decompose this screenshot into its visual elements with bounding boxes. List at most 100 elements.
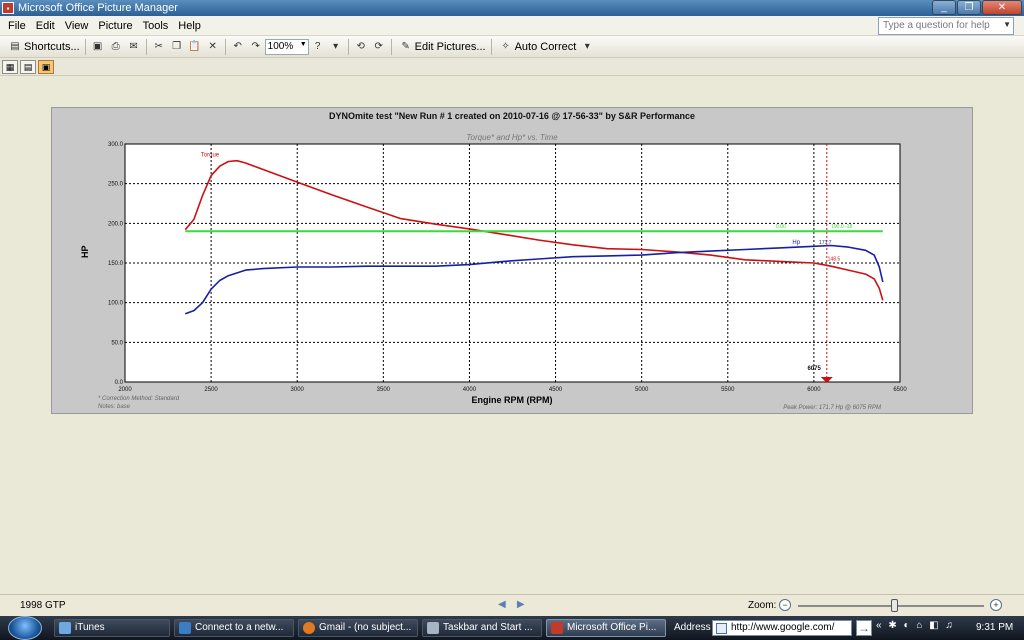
x-tick-label: 2500: [204, 387, 218, 393]
menu-picture[interactable]: Picture: [98, 20, 132, 32]
toolbar-separator: [84, 38, 86, 55]
taskbar-app-taskbar-start[interactable]: Taskbar and Start ...: [422, 619, 542, 637]
itunes-icon: [59, 622, 71, 634]
zoom-slider-thumb[interactable]: [890, 599, 898, 612]
window-title: Microsoft Office Picture Manager: [18, 2, 178, 14]
undo-icon[interactable]: ↶: [231, 40, 245, 54]
go-arrow-icon[interactable]: →: [856, 620, 872, 636]
start-button[interactable]: [8, 616, 42, 640]
clock[interactable]: 9:31 PM: [976, 622, 1013, 633]
network-icon: [179, 622, 191, 634]
x-tick-label: 5500: [721, 387, 735, 393]
y-tick-label: 50.0: [111, 340, 123, 346]
picture-manager-icon: [551, 622, 563, 634]
dyno-chart-svg: 2000 2500 3000 3500 4000 4500 5000 5500 6000 6500…: [108, 142, 907, 393]
y-tick-label: 0.0: [115, 380, 124, 386]
windows-taskbar: iTunes Connect to a netw... Gmail - (no …: [0, 616, 1024, 640]
firefox-icon: [303, 622, 315, 634]
dropdown-arrow-icon: ▼: [299, 40, 307, 48]
x-tick-label: 4500: [549, 387, 563, 393]
zoom-value: 100%: [267, 40, 294, 52]
y-tick-label: 150.0: [108, 261, 124, 267]
shortcuts-label: Shortcuts...: [24, 40, 80, 53]
view-toolbar: ▦ ▤ ▣: [0, 58, 1024, 76]
zoom-select[interactable]: 100% ▼: [264, 38, 309, 55]
hp-peak-value: 171.7: [819, 240, 832, 246]
menu-edit[interactable]: Edit: [36, 20, 55, 32]
help-icon[interactable]: ?: [311, 40, 325, 54]
toolbar-options-icon[interactable]: ▾: [580, 40, 594, 54]
x-tick-label: 2000: [118, 387, 132, 393]
menu-tools[interactable]: Tools: [143, 20, 169, 32]
y-tick-label: 200.0: [108, 221, 124, 227]
menu-view[interactable]: View: [65, 20, 89, 32]
y-tick-label: 300.0: [108, 142, 124, 148]
single-picture-view-icon[interactable]: ▣: [38, 59, 54, 74]
torque-peak-value: 148.5: [828, 257, 841, 263]
y-tick-label: 100.0: [108, 301, 124, 307]
menu-help[interactable]: Help: [178, 20, 201, 32]
delete-icon[interactable]: ✕: [206, 40, 220, 54]
x-tick-label: 3500: [377, 387, 391, 393]
email-icon[interactable]: ✉: [127, 40, 141, 54]
status-bar: 1998 GTP ◀ ▶ Zoom: − +: [0, 594, 1024, 616]
shortcuts-button[interactable]: ▤ Shortcuts...: [4, 38, 82, 56]
address-input[interactable]: http://www.google.com/: [712, 620, 852, 636]
torque-series-label: Torque: [201, 153, 220, 159]
save-icon[interactable]: ▣: [91, 40, 105, 54]
rotate-right-icon[interactable]: ⟳: [372, 40, 386, 54]
dropdown-arrow-icon[interactable]: ▼: [1003, 20, 1011, 29]
thumbnail-view-icon[interactable]: ▦: [2, 59, 18, 74]
toolbar-options-icon[interactable]: ▾: [329, 40, 343, 54]
picture-navigation: ◀ ▶: [498, 599, 525, 610]
auto-correct-icon: ✧: [501, 41, 510, 52]
zoom-in-icon[interactable]: +: [990, 599, 1002, 611]
address-value: http://www.google.com/: [731, 622, 835, 633]
green-right-label: 190.0 -18: [831, 224, 852, 230]
next-picture-icon[interactable]: ▶: [517, 599, 525, 610]
cut-icon[interactable]: ✂: [152, 40, 166, 54]
window-controls: _ ❐ ✕: [931, 0, 1022, 15]
edit-pictures-button[interactable]: ✎ Edit Pictures...: [395, 38, 488, 56]
redo-icon[interactable]: ↷: [249, 40, 263, 54]
x-tick-label: 4000: [463, 387, 477, 393]
toolbar-separator: [347, 38, 349, 55]
address-label: Address: [674, 622, 711, 633]
auto-correct-label: Auto Correct: [514, 40, 577, 53]
taskbar-app-label: Taskbar and Start ...: [443, 622, 533, 633]
close-button[interactable]: ✕: [982, 0, 1022, 15]
y-tick-label: 250.0: [108, 182, 124, 188]
hp-series-label: Hp: [792, 240, 800, 246]
copy-icon[interactable]: ❐: [170, 40, 184, 54]
help-search-input[interactable]: Type a question for help ▼: [878, 17, 1014, 35]
taskbar-app-connect-network[interactable]: Connect to a netw...: [174, 619, 294, 637]
taskbar-app-picture-manager[interactable]: Microsoft Office Pi...: [546, 619, 666, 637]
print-icon[interactable]: ⎙: [109, 40, 123, 54]
minimize-button[interactable]: _: [932, 0, 956, 15]
zoom-out-icon[interactable]: −: [779, 599, 791, 611]
maximize-button[interactable]: ❐: [957, 0, 981, 15]
taskbar-app-itunes[interactable]: iTunes: [54, 619, 170, 637]
paste-icon[interactable]: 📋: [188, 40, 202, 54]
help-search-placeholder: Type a question for help: [883, 20, 990, 31]
dyno-chart-picture: DYNOmite test "New Run # 1 created on 20…: [51, 107, 973, 414]
taskbar-app-label: Gmail - (no subject...: [319, 622, 412, 633]
edit-pictures-icon: ✎: [401, 41, 410, 52]
toolbar-separator: [145, 38, 147, 55]
auto-correct-button[interactable]: ✧ Auto Correct: [495, 38, 579, 56]
previous-picture-icon[interactable]: ◀: [498, 599, 506, 610]
x-tick-label: 6500: [893, 387, 907, 393]
rotate-left-icon[interactable]: ⟲: [354, 40, 368, 54]
title-bar: ▪ Microsoft Office Picture Manager _ ❐ ✕: [0, 0, 1024, 16]
standard-toolbar: ▤ Shortcuts... ▣ ⎙ ✉ ✂ ❐ 📋 ✕ ↶ ↷ 100% ▼ …: [0, 36, 1024, 58]
menu-file[interactable]: File: [8, 20, 26, 32]
x-tick-label: 5000: [635, 387, 649, 393]
taskbar-app-label: Microsoft Office Pi...: [567, 622, 657, 633]
toolbar-separator: [224, 38, 226, 55]
taskbar-app-label: iTunes: [75, 622, 105, 633]
system-tray-icons[interactable]: « ✱ ◐ ⌂ ◧ ♫: [876, 620, 955, 631]
menu-bar: File Edit View Picture Tools Help: [0, 16, 1024, 36]
taskbar-app-gmail[interactable]: Gmail - (no subject...: [298, 619, 418, 637]
x-tick-label: 3000: [291, 387, 305, 393]
filmstrip-view-icon[interactable]: ▤: [20, 59, 36, 74]
